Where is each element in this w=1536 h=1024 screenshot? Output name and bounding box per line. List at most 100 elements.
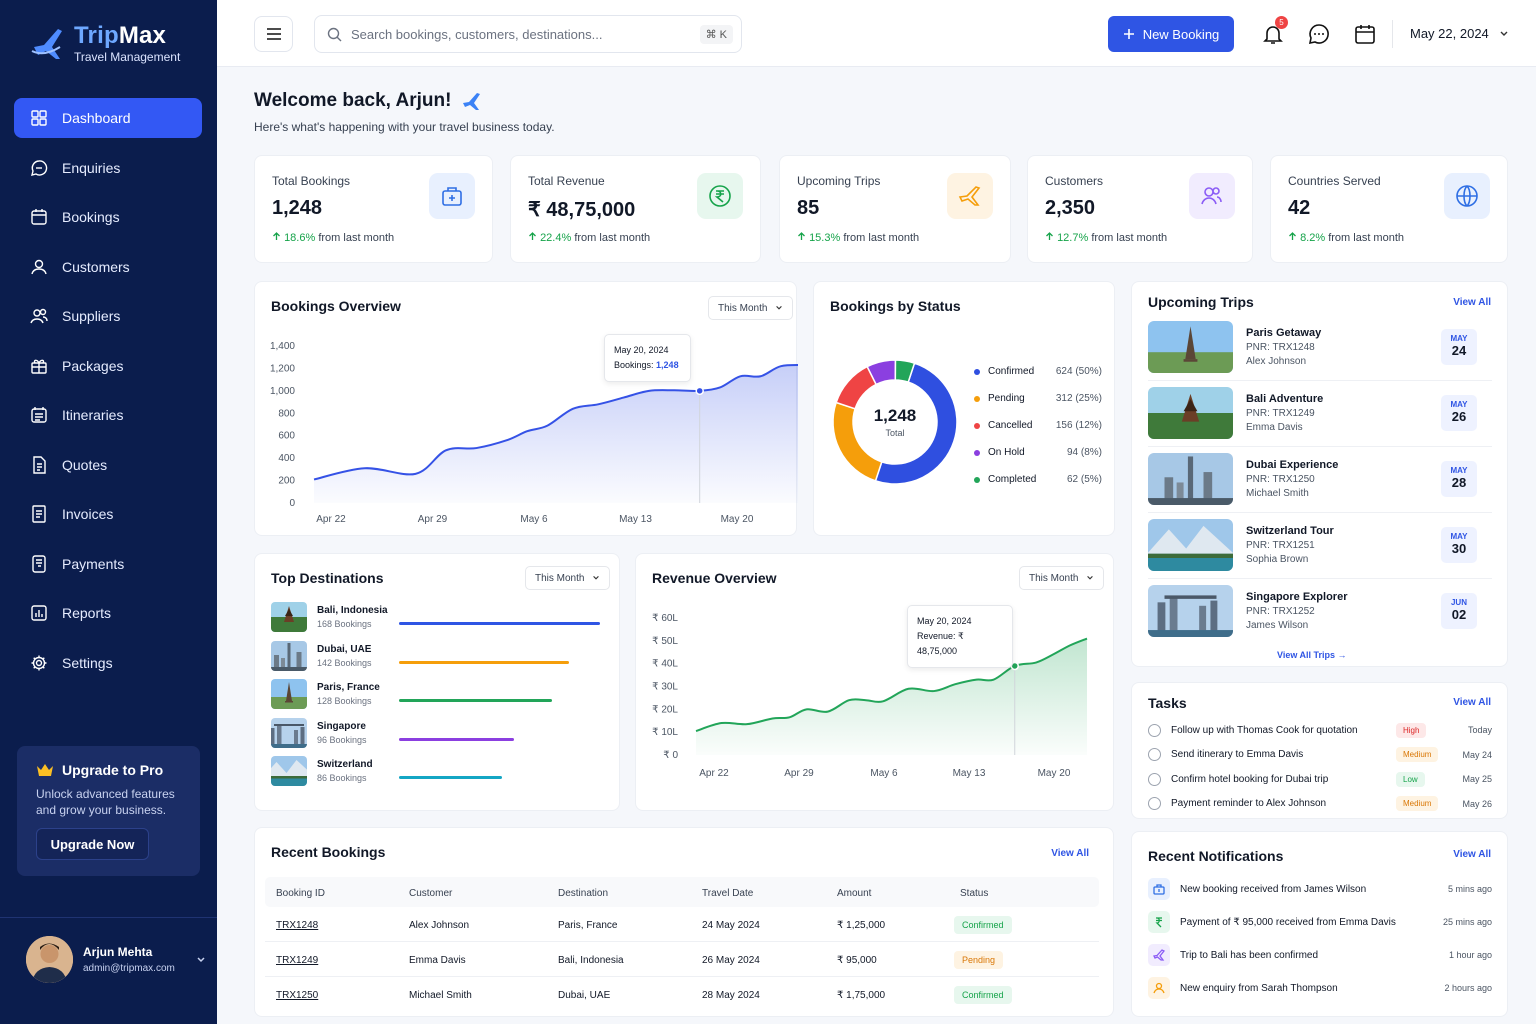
task-due: Today [1467, 725, 1492, 735]
search-input[interactable] [351, 26, 681, 42]
sidebar-item-label: Dashboard [62, 110, 131, 126]
sidebar-item-itineraries[interactable]: Itineraries [14, 395, 202, 435]
trip-item[interactable]: Switzerland Tour PNR: TRX1251 Sophia Brown… [1148, 517, 1492, 573]
destinations-period-dropdown[interactable]: This Month [525, 566, 611, 590]
trip-separator [1148, 446, 1492, 447]
trip-date-badge: MAY 24 [1441, 329, 1477, 365]
chat-icon[interactable] [1307, 22, 1331, 46]
notifications-view-all-link[interactable]: View All [1453, 849, 1491, 860]
view-all-trips-label: View All Trips [1277, 650, 1336, 660]
stat-card-customers[interactable]: Customers 2,350 12.7% from last month [1027, 155, 1253, 263]
donut-center: 1,248 Total [831, 406, 959, 438]
stat-card-countries-served[interactable]: Countries Served 42 8.2% from last month [1270, 155, 1508, 263]
legend-item[interactable]: On Hold 94 (8%) [974, 447, 1102, 458]
destination-item[interactable]: Singapore 96 Bookings [271, 717, 367, 748]
destination-bar [399, 660, 569, 664]
view-all-trips-link[interactable]: View All Trips → [1277, 650, 1347, 660]
table-cell-customer: Emma Davis [409, 955, 466, 966]
destination-item[interactable]: Switzerland 86 Bookings [271, 756, 373, 786]
legend-item[interactable]: Pending 312 (25%) [974, 393, 1102, 404]
revenue-chart: ₹ 0 ₹ 10L ₹ 20L ₹ 30L ₹ 40L ₹ 50L ₹ 60L Apr 22 A… [652, 613, 1088, 779]
destination-item[interactable]: Paris, France 128 Bookings [271, 679, 380, 709]
tasks-view-all-link[interactable]: View All [1453, 697, 1491, 708]
x-tick-label: Apr 29 [418, 514, 448, 525]
sidebar-item-quotes[interactable]: Quotes [14, 445, 202, 485]
notification-item[interactable]: Trip to Bali has been confirmed 1 hour ag… [1148, 944, 1492, 966]
tasks-title: Tasks [1148, 695, 1187, 711]
sidebar-item-payments[interactable]: Payments [14, 544, 202, 584]
search-icon [327, 27, 342, 41]
y-tick-label: 1,200 [270, 363, 295, 374]
task-priority-badge: Medium [1396, 796, 1439, 811]
trip-item[interactable]: Bali Adventure PNR: TRX1249 Emma Davis MAY 2… [1148, 385, 1492, 441]
legend-value: 62 (5%) [1066, 474, 1102, 485]
legend-item[interactable]: Cancelled 156 (12%) [974, 420, 1102, 431]
task-text: Payment reminder to Alex Johnson [1171, 798, 1327, 809]
status-badge: Confirmed [954, 986, 1012, 1004]
trip-name: Dubai Experience [1246, 459, 1339, 471]
trip-month: MAY [1450, 400, 1468, 409]
stat-change-suffix: from last month [318, 232, 395, 244]
sidebar-item-dashboard[interactable]: Dashboard [14, 98, 202, 138]
destination-bar [399, 776, 502, 779]
sidebar-item-bookings[interactable]: Bookings [14, 197, 202, 237]
welcome-title: Welcome back, Arjun! [254, 90, 452, 111]
trips-view-all-link[interactable]: View All [1453, 297, 1491, 308]
stat-card-upcoming-trips[interactable]: Upcoming Trips 85 15.3% from last month [779, 155, 1011, 263]
sidebar-item-label: Packages [62, 357, 124, 374]
booking-id-link[interactable]: TRX1248 [276, 920, 318, 931]
task-checkbox[interactable] [1148, 748, 1161, 761]
task-checkbox[interactable] [1148, 723, 1161, 737]
booking-id-link[interactable]: TRX1249 [276, 955, 318, 966]
welcome-subtitle: Here's what's happening with your travel… [254, 120, 555, 134]
sidebar-item-packages[interactable]: Packages [14, 346, 202, 386]
sidebar-item-label: Invoices [62, 506, 114, 522]
brand-logo[interactable]: TripMax Travel Management [30, 22, 180, 64]
sidebar-item-customers[interactable]: Customers [14, 247, 202, 287]
destination-item[interactable]: Bali, Indonesia 168 Bookings [271, 602, 388, 632]
trip-separator [1148, 380, 1492, 381]
donut-total: 1,248 [873, 406, 917, 425]
trip-thumbnail [1148, 321, 1233, 373]
new-booking-button[interactable]: New Booking [1108, 16, 1234, 52]
sidebar-item-label: Payments [62, 555, 125, 572]
notification-icon-box [1148, 944, 1170, 966]
booking-id-link[interactable]: TRX1250 [276, 990, 318, 1001]
notification-item[interactable]: New booking received from James Wilson 5 … [1148, 878, 1492, 900]
sidebar-item-invoices[interactable]: Invoices [14, 494, 202, 534]
trip-item[interactable]: Paris Getaway PNR: TRX1248 Alex Johnson MAY… [1148, 319, 1492, 375]
sidebar-item-suppliers[interactable]: Suppliers [14, 296, 202, 336]
legend-item[interactable]: Completed 62 (5%) [974, 474, 1102, 485]
stat-card-total-bookings[interactable]: Total Bookings 1,248 18.6% from last mont… [254, 155, 493, 263]
upgrade-now-button[interactable]: Upgrade Now [36, 828, 149, 860]
trip-item[interactable]: Singapore Explorer PNR: TRX1252 James Wils… [1148, 583, 1492, 639]
trip-day: 26 [1451, 409, 1467, 424]
user-profile[interactable]: Arjun Mehta admin@tripmax.com [26, 936, 206, 983]
notification-item[interactable]: Payment of ₹ 95,000 received from Emma D… [1148, 911, 1492, 933]
notification-item[interactable]: New enquiry from Sarah Thompson 2 hours a… [1148, 977, 1492, 999]
sidebar-item-settings[interactable]: Settings [14, 643, 202, 683]
chevron-down-icon[interactable] [196, 955, 206, 965]
trip-item[interactable]: Dubai Experience PNR: TRX1250 Michael Smit… [1148, 451, 1492, 507]
recent-bookings-title: Recent Bookings [271, 844, 386, 860]
recent-view-all-link[interactable]: View All [1051, 848, 1089, 859]
sidebar-item-enquiries[interactable]: Enquiries [14, 148, 202, 188]
task-checkbox[interactable] [1148, 772, 1161, 786]
legend-item[interactable]: Confirmed 624 (50%) [974, 366, 1102, 377]
y-tick-label: 800 [278, 408, 295, 419]
task-checkbox[interactable] [1148, 797, 1161, 810]
x-tick-label: May 20 [1038, 768, 1071, 779]
menu-toggle-button[interactable] [254, 16, 293, 52]
stat-card-total-revenue[interactable]: Total Revenue ₹ 48,75,000 22.4% from last… [510, 155, 761, 263]
y-tick-label: 400 [278, 453, 295, 464]
destination-item[interactable]: Dubai, UAE 142 Bookings [271, 640, 372, 671]
task-priority-badge: Medium [1396, 747, 1439, 762]
date-selector[interactable]: May 22, 2024 [1410, 26, 1509, 41]
upcoming-trips-title: Upcoming Trips [1148, 294, 1254, 310]
table-cell-date: 26 May 2024 [702, 955, 760, 966]
calendar-icon[interactable] [1353, 22, 1377, 46]
stat-change-value: 22.4% [540, 232, 572, 244]
legend-dot [974, 422, 980, 429]
sidebar-item-reports[interactable]: Reports [14, 593, 202, 633]
hover-point[interactable] [695, 386, 704, 396]
